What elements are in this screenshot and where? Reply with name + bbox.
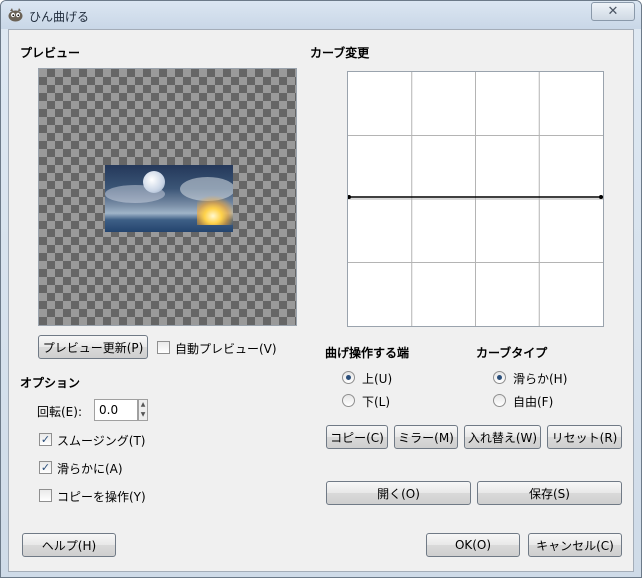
mirror-button[interactable]: ミラー(M) [394, 425, 458, 449]
curve-point-left [347, 195, 351, 199]
dialog-body: プレビュー プレビュー更新(P) 自動プレビュー(V) カーブ変更 曲げ操作する… [8, 29, 634, 572]
preview-section-title: プレビュー [20, 46, 81, 60]
gimp-app-icon [8, 8, 23, 22]
work-on-copy-label: コピーを操作(Y) [57, 490, 146, 504]
copy-button[interactable]: コピー(C) [326, 425, 388, 449]
rotate-spin-input[interactable] [94, 399, 138, 421]
options-section-title: オプション [20, 376, 81, 390]
edge-section-title: 曲げ操作する端 [325, 346, 410, 360]
smoothing-label: スムージング(T) [57, 434, 146, 448]
sunrise-graphic [197, 195, 233, 225]
curve-section-title: カーブ変更 [310, 46, 370, 60]
update-preview-button[interactable]: プレビュー更新(P) [38, 335, 148, 359]
ok-button[interactable]: OK(O) [426, 533, 520, 557]
open-button[interactable]: 開く(O) [326, 481, 471, 505]
cancel-button[interactable]: キャンセル(C) [528, 533, 622, 557]
curve-editor[interactable] [347, 71, 604, 327]
checkmark-icon: ✓ [40, 433, 51, 446]
save-button[interactable]: 保存(S) [477, 481, 622, 505]
moon-graphic [143, 171, 165, 193]
edge-upper-label: 上(U) [362, 372, 393, 386]
edge-upper-radio[interactable] [342, 371, 355, 384]
curve-type-section-title: カーブタイプ [476, 346, 548, 360]
antialias-checkbox[interactable]: ✓ [39, 461, 52, 474]
edge-lower-label: 下(L) [362, 395, 391, 409]
smoothing-checkbox[interactable]: ✓ [39, 433, 52, 446]
curve-type-smooth-label: 滑らか(H) [513, 372, 568, 386]
title-bar[interactable]: ひん曲げる ✕ [1, 1, 641, 29]
preview-canvas [38, 68, 297, 326]
rotate-spin-arrows[interactable]: ▲ ▼ [138, 399, 148, 421]
work-on-copy-checkbox[interactable] [39, 489, 52, 502]
checkmark-icon: ✓ [40, 461, 51, 474]
swap-button[interactable]: 入れ替え(W) [464, 425, 541, 449]
window-title: ひん曲げる [29, 10, 90, 24]
curve-point-right [599, 195, 603, 199]
rotate-label: 回転(E): [37, 405, 82, 419]
auto-preview-label: 自動プレビュー(V) [175, 342, 277, 356]
close-button[interactable]: ✕ [591, 2, 635, 21]
reset-button[interactable]: リセット(R) [547, 425, 622, 449]
antialias-label: 滑らかに(A) [57, 462, 123, 476]
edge-lower-radio[interactable] [342, 394, 355, 407]
curve-type-free-label: 自由(F) [513, 395, 554, 409]
auto-preview-checkbox[interactable] [157, 341, 170, 354]
dialog-window: ひん曲げる ✕ プレビュー プレビュー更新(P) 自動プレビュー(V) カーブ変… [0, 0, 642, 578]
curve-grid[interactable] [347, 72, 603, 326]
curve-type-free-radio[interactable] [493, 394, 506, 407]
preview-image [105, 165, 233, 232]
help-button[interactable]: ヘルプ(H) [22, 533, 116, 557]
spin-up-icon[interactable]: ▲ [139, 400, 147, 410]
curve-type-smooth-radio[interactable] [493, 371, 506, 384]
spin-down-icon[interactable]: ▼ [139, 410, 147, 420]
close-icon: ✕ [607, 4, 619, 19]
